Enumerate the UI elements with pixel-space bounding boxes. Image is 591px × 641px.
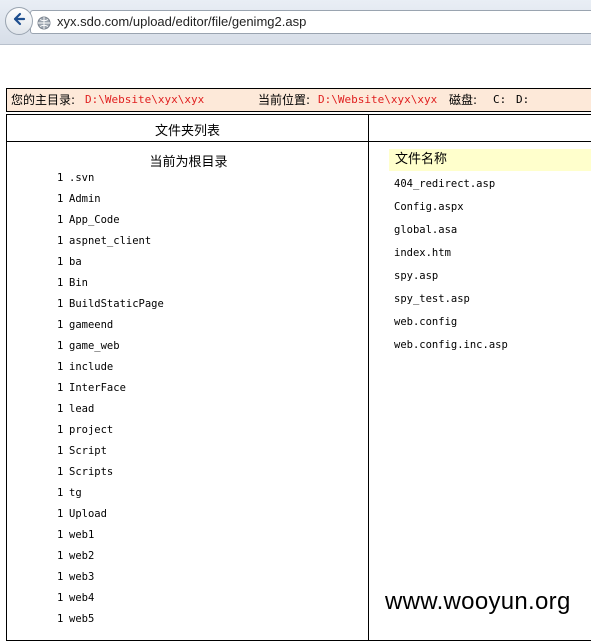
- folder-item-count: 1: [57, 529, 64, 541]
- folder-item-name[interactable]: web4: [69, 592, 94, 604]
- folder-item[interactable]: 1 gameend: [57, 319, 164, 340]
- folder-item-count: 1: [57, 214, 64, 226]
- folder-item-name[interactable]: Scripts: [69, 466, 113, 478]
- folder-item-name[interactable]: Script: [69, 445, 107, 457]
- watermark: www.wooyun.org: [385, 588, 571, 615]
- file-list: 404_redirect.asp Config.aspx global.asa ind…: [394, 178, 508, 362]
- folder-item[interactable]: 1 .svn: [57, 172, 164, 193]
- folder-item[interactable]: 1 App_Code: [57, 214, 164, 235]
- disk-label: 磁盘:: [449, 93, 478, 107]
- folder-item[interactable]: 1 Bin: [57, 277, 164, 298]
- folder-item-count: 1: [57, 571, 64, 583]
- folder-item-count: 1: [57, 193, 64, 205]
- folder-item-count: 1: [57, 361, 64, 373]
- globe-icon: [37, 15, 51, 30]
- home-dir-label: 您的主目录:: [11, 93, 76, 107]
- folder-item-count: 1: [57, 256, 64, 268]
- folder-item[interactable]: 1 game_web: [57, 340, 164, 361]
- folder-item-count: 1: [57, 298, 64, 310]
- folder-item-count: 1: [57, 466, 64, 478]
- folder-item[interactable]: 1 project: [57, 424, 164, 445]
- file-item[interactable]: spy_test.asp: [394, 293, 508, 316]
- folder-item[interactable]: 1 ba: [57, 256, 164, 277]
- folder-item[interactable]: 1 aspnet_client: [57, 235, 164, 256]
- folder-item[interactable]: 1 lead: [57, 403, 164, 424]
- folder-item-count: 1: [57, 172, 64, 184]
- file-panel: 文件名称 404_redirect.asp Config.aspx global.a…: [368, 141, 591, 641]
- file-name-column-header: 文件名称: [389, 149, 591, 171]
- address-bar[interactable]: xyx.sdo.com/upload/editor/file/genimg2.a…: [30, 10, 591, 34]
- folder-item-name[interactable]: web5: [69, 613, 94, 625]
- folder-item-name[interactable]: InterFace: [69, 382, 126, 394]
- folder-item-name[interactable]: game_web: [69, 340, 120, 352]
- folder-item-name[interactable]: Bin: [69, 277, 88, 289]
- folder-item-count: 1: [57, 403, 64, 415]
- file-item[interactable]: Config.aspx: [394, 201, 508, 224]
- folder-item-count: 1: [57, 424, 64, 436]
- folder-item-name[interactable]: .svn: [69, 172, 94, 184]
- file-item[interactable]: global.asa: [394, 224, 508, 247]
- folder-item-count: 1: [57, 319, 64, 331]
- folder-item-name[interactable]: tg: [69, 487, 82, 499]
- folder-item-count: 1: [57, 508, 64, 520]
- folder-item-count: 1: [57, 340, 64, 352]
- folder-list: 1 .svn 1 Admin 1 App_Code 1 aspnet_client 1 ba 1 Bi…: [57, 172, 164, 634]
- folder-item[interactable]: 1 tg: [57, 487, 164, 508]
- file-item[interactable]: index.htm: [394, 247, 508, 270]
- folder-item-count: 1: [57, 487, 64, 499]
- folder-item-name[interactable]: gameend: [69, 319, 113, 331]
- folder-item-name[interactable]: aspnet_client: [69, 235, 151, 247]
- browser-toolbar: xyx.sdo.com/upload/editor/file/genimg2.a…: [0, 0, 591, 45]
- folder-item[interactable]: 1 Upload: [57, 508, 164, 529]
- folder-item-name[interactable]: BuildStaticPage: [69, 298, 164, 310]
- url-text[interactable]: xyx.sdo.com/upload/editor/file/genimg2.a…: [57, 14, 306, 29]
- folder-item[interactable]: 1 web3: [57, 571, 164, 592]
- folder-item-count: 1: [57, 550, 64, 562]
- folder-item-name[interactable]: ba: [69, 256, 82, 268]
- drive-link-d[interactable]: D:: [516, 89, 529, 111]
- folder-item[interactable]: 1 web1: [57, 529, 164, 550]
- root-dir-label: 当前为根目录: [149, 155, 228, 170]
- folder-item[interactable]: 1 Script: [57, 445, 164, 466]
- folder-item-name[interactable]: Upload: [69, 508, 107, 520]
- folder-list-header: 文件夹列表: [6, 114, 369, 142]
- file-item[interactable]: web.config.inc.asp: [394, 339, 508, 362]
- folder-item-count: 1: [57, 592, 64, 604]
- folder-panel: 当前为根目录 1 .svn 1 Admin 1 App_Code 1 aspnet_clien…: [6, 141, 369, 641]
- file-item[interactable]: web.config: [394, 316, 508, 339]
- folder-item[interactable]: 1 BuildStaticPage: [57, 298, 164, 319]
- file-item[interactable]: spy.asp: [394, 270, 508, 293]
- folder-item-name[interactable]: lead: [69, 403, 94, 415]
- folder-item-count: 1: [57, 235, 64, 247]
- folder-item-name[interactable]: App_Code: [69, 214, 120, 226]
- folder-item[interactable]: 1 include: [57, 361, 164, 382]
- folder-item-count: 1: [57, 382, 64, 394]
- folder-item-name[interactable]: web2: [69, 550, 94, 562]
- folder-item[interactable]: 1 InterFace: [57, 382, 164, 403]
- folder-item-name[interactable]: web3: [69, 571, 94, 583]
- folder-item-count: 1: [57, 277, 64, 289]
- drive-link-c[interactable]: C:: [493, 89, 506, 111]
- folder-item[interactable]: 1 Scripts: [57, 466, 164, 487]
- back-arrow-icon: [11, 11, 27, 31]
- folder-item-name[interactable]: Admin: [69, 193, 101, 205]
- folder-item-name[interactable]: include: [69, 361, 113, 373]
- file-list-header: [368, 114, 591, 142]
- back-button[interactable]: [5, 7, 33, 35]
- file-item[interactable]: 404_redirect.asp: [394, 178, 508, 201]
- current-location-path: D:\Website\xyx\xyx: [318, 93, 438, 106]
- folder-item[interactable]: 1 web4: [57, 592, 164, 613]
- home-dir-path: D:\Website\xyx\xyx: [85, 93, 205, 106]
- folder-item-count: 1: [57, 613, 64, 625]
- folder-item-name[interactable]: project: [69, 424, 113, 436]
- folder-list-title: 文件夹列表: [154, 124, 220, 139]
- folder-item[interactable]: 1 Admin: [57, 193, 164, 214]
- directory-info-bar: 您的主目录: D:\Website\xyx\xyx 当前位置: D:\Websi…: [6, 88, 591, 112]
- folder-item-name[interactable]: web1: [69, 529, 94, 541]
- current-location-label: 当前位置:: [258, 93, 311, 107]
- folder-item[interactable]: 1 web2: [57, 550, 164, 571]
- folder-item-count: 1: [57, 445, 64, 457]
